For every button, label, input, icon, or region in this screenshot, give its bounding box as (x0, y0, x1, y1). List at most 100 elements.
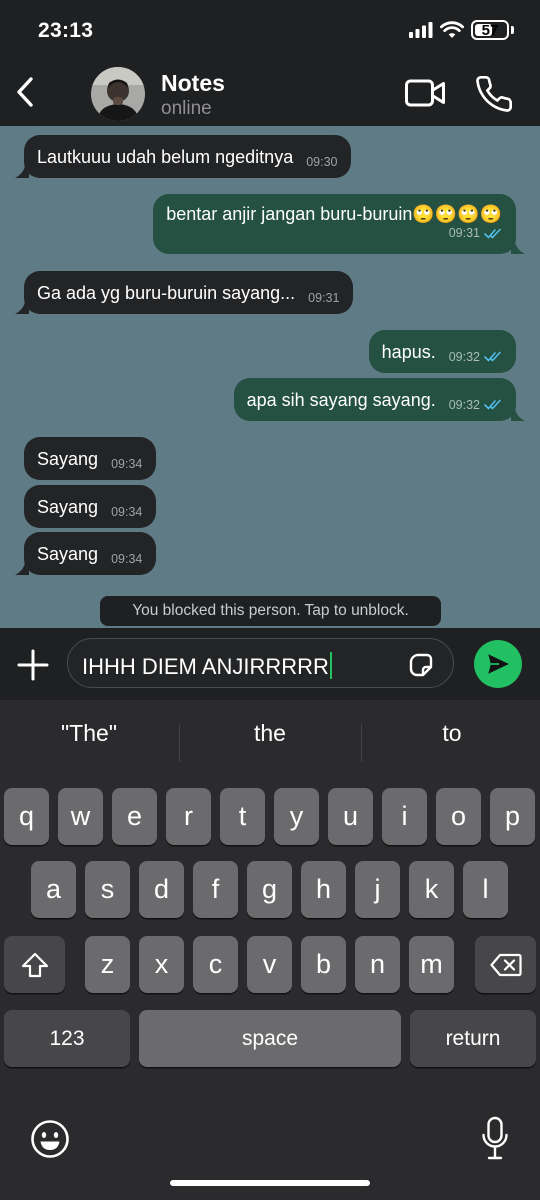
double-check-icon (484, 399, 501, 410)
contact-avatar[interactable] (91, 67, 145, 121)
message-text: Lautkuuu udah belum ngeditnya (37, 146, 294, 167)
message-input-text[interactable]: IHHH DIEM ANJIRRRRR (82, 652, 333, 680)
message-time: 09:34 (111, 504, 143, 519)
key-y[interactable]: y (274, 788, 319, 845)
suggestion-2[interactable]: the (181, 710, 359, 756)
key-m[interactable]: m (409, 936, 454, 993)
contact-name[interactable]: Notes (161, 70, 225, 97)
key-o[interactable]: o (436, 788, 481, 845)
key-g[interactable]: g (247, 861, 292, 918)
video-camera-icon (405, 79, 445, 107)
message-bubble-outgoing[interactable]: bentar anjir jangan buru-buruin🙄🙄🙄🙄 09:3… (153, 194, 525, 254)
voice-call-button[interactable] (474, 74, 514, 114)
blocked-notice[interactable]: You blocked this person. Tap to unblock. (100, 596, 441, 626)
double-check-icon (484, 228, 501, 238)
message-time: 09:34 (111, 551, 143, 566)
key-v[interactable]: v (247, 936, 292, 993)
sticker-button[interactable] (407, 651, 435, 679)
battery-tip (511, 26, 514, 34)
status-icons: 57 (409, 20, 514, 40)
key-h[interactable]: h (301, 861, 346, 918)
backspace-icon (489, 953, 522, 976)
message-text: Ga ada yg buru-buruin sayang... (37, 282, 296, 303)
key-a[interactable]: a (31, 861, 76, 918)
key-t[interactable]: t (220, 788, 265, 845)
key-s[interactable]: s (85, 861, 130, 918)
key-n[interactable]: n (355, 936, 400, 993)
send-icon (488, 654, 509, 674)
message-bubble-incoming[interactable]: Lautkuuu udah belum ngeditnya 09:30 (15, 135, 352, 178)
message-time: 09:31 (448, 226, 480, 240)
message-meta: 09:30 (306, 145, 337, 169)
home-indicator[interactable] (170, 1180, 370, 1186)
key-x[interactable]: x (139, 936, 184, 993)
message-text: Sayang (37, 543, 99, 564)
key-u[interactable]: u (328, 788, 373, 845)
message-time: 09:34 (111, 456, 143, 471)
message-text: Sayang (37, 448, 99, 469)
message-input-value: IHHH DIEM ANJIRRRRR (82, 654, 329, 679)
key-e[interactable]: e (112, 788, 157, 845)
bubble-tail (511, 409, 525, 421)
suggestion-1[interactable]: "The" (0, 710, 178, 756)
message-meta: 09:34 (111, 542, 142, 566)
video-call-button[interactable] (404, 76, 446, 110)
shift-icon (21, 952, 48, 977)
contact-status: online (161, 98, 212, 119)
message-time: 09:31 (308, 290, 340, 305)
bubble-tail (15, 166, 29, 178)
message-bubble-outgoing[interactable]: apa sih sayang sayang. 09:32 (233, 378, 525, 421)
bubble-tail (15, 302, 29, 314)
message-bubble-incoming[interactable]: Sayang 09:34 (24, 437, 157, 480)
shift-key[interactable] (4, 936, 65, 993)
message-input[interactable]: IHHH DIEM ANJIRRRRR (67, 638, 454, 688)
key-f[interactable]: f (193, 861, 238, 918)
phone-icon (476, 75, 513, 112)
message-meta: 09:32 (449, 340, 502, 364)
key-z[interactable]: z (85, 936, 130, 993)
suggestion-divider (361, 724, 362, 762)
key-q[interactable]: q (4, 788, 49, 845)
message-bubble-incoming[interactable]: Sayang 09:34 (15, 532, 157, 575)
battery-icon: 57 (471, 20, 509, 40)
key-b[interactable]: b (301, 936, 346, 993)
return-key[interactable]: return (410, 1010, 536, 1067)
key-c[interactable]: c (193, 936, 238, 993)
delete-key[interactable] (475, 936, 536, 993)
status-time: 23:13 (38, 19, 94, 42)
bubble-tail (15, 563, 29, 575)
key-r[interactable]: r (166, 788, 211, 845)
message-bubble-outgoing[interactable]: hapus. 09:32 (368, 330, 516, 373)
dictation-button[interactable] (481, 1116, 509, 1162)
double-check-icon (484, 351, 501, 362)
message-meta: 09:34 (111, 495, 142, 519)
message-meta: 09:31 (308, 281, 339, 305)
key-p[interactable]: p (490, 788, 535, 845)
message-bubble-incoming[interactable]: Sayang 09:34 (24, 485, 157, 528)
message-meta: 09:32 (449, 388, 502, 412)
key-l[interactable]: l (463, 861, 508, 918)
suggestion-3[interactable]: to (363, 710, 540, 756)
emoji-icon (31, 1120, 69, 1158)
send-button[interactable] (474, 640, 522, 688)
attach-button[interactable] (16, 648, 50, 682)
suggestion-divider (179, 724, 180, 762)
message-list[interactable]: Lautkuuu udah belum ngeditnya 09:30 bent… (0, 126, 540, 628)
message-meta: 09:34 (111, 447, 142, 471)
key-k[interactable]: k (409, 861, 454, 918)
key-w[interactable]: w (58, 788, 103, 845)
emoji-button[interactable] (30, 1119, 70, 1159)
bubble-tail (511, 242, 525, 254)
key-j[interactable]: j (355, 861, 400, 918)
message-bubble-incoming[interactable]: Ga ada yg buru-buruin sayang... 09:31 (15, 271, 354, 314)
key-i[interactable]: i (382, 788, 427, 845)
sticker-icon (409, 653, 433, 677)
numbers-key[interactable]: 123 (4, 1010, 130, 1067)
message-text: bentar anjir jangan buru-buruin🙄🙄🙄🙄 (166, 204, 502, 224)
space-key[interactable]: space (139, 1010, 401, 1067)
back-button[interactable] (10, 72, 40, 112)
message-time: 09:30 (306, 154, 338, 169)
wifi-icon (440, 21, 464, 38)
key-d[interactable]: d (139, 861, 184, 918)
plus-icon (17, 649, 49, 681)
